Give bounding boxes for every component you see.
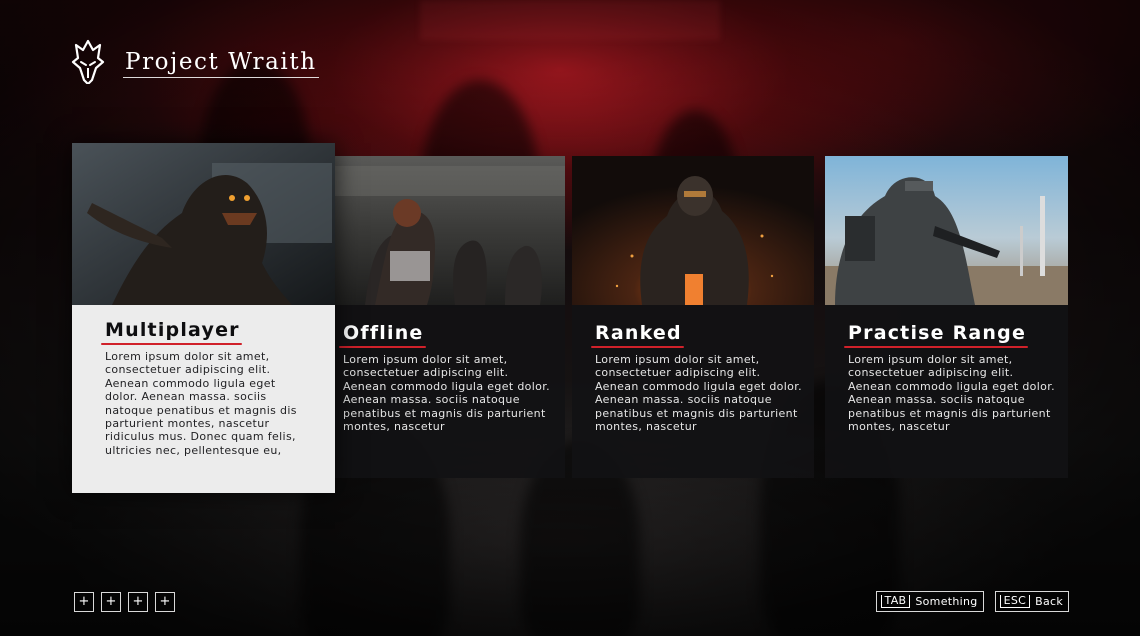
plus-icon[interactable]: + — [128, 592, 148, 612]
plus-icon[interactable]: + — [101, 592, 121, 612]
mode-card-offline[interactable]: Offline Lorem ipsum dolor sit amet, cons… — [335, 156, 565, 478]
armored-soldier-embers-art — [572, 156, 814, 305]
page-indicator: + + + + — [74, 592, 175, 612]
key-hints: TAB Something ESC Back — [875, 591, 1069, 612]
mode-title: Multiplayer — [101, 319, 242, 345]
mode-title: Offline — [339, 322, 426, 348]
hint-label: Something — [915, 595, 978, 608]
tab-something-button[interactable]: TAB Something — [875, 591, 984, 612]
hint-label: Back — [1035, 595, 1063, 608]
tab-key: TAB — [880, 595, 911, 608]
werewolf-creature-art — [72, 143, 335, 305]
mode-description: Lorem ipsum dolor sit amet, consectetuer… — [595, 353, 802, 434]
zombie-crowd-art — [335, 156, 565, 305]
soldier-desert-range-art — [825, 156, 1068, 305]
mode-card-multiplayer[interactable]: Multiplayer Lorem ipsum dolor sit amet, … — [72, 143, 335, 493]
mode-title: Ranked — [591, 322, 684, 348]
mode-description: Lorem ipsum dolor sit amet, consectetuer… — [105, 350, 297, 457]
plus-icon[interactable]: + — [74, 592, 94, 612]
mode-title: Practise Range — [843, 322, 1029, 348]
mode-card-ranked[interactable]: Ranked Lorem ipsum dolor sit amet, conse… — [572, 156, 814, 478]
esc-key: ESC — [999, 595, 1031, 608]
esc-back-button[interactable]: ESC Back — [994, 591, 1069, 612]
plus-icon[interactable]: + — [155, 592, 175, 612]
mode-description: Lorem ipsum dolor sit amet, consectetuer… — [848, 353, 1055, 434]
mode-cards: Multiplayer Lorem ipsum dolor sit amet, … — [0, 0, 1140, 636]
mode-description: Lorem ipsum dolor sit amet, consectetuer… — [343, 353, 550, 434]
mode-card-practise-range[interactable]: Practise Range Lorem ipsum dolor sit ame… — [825, 156, 1068, 478]
